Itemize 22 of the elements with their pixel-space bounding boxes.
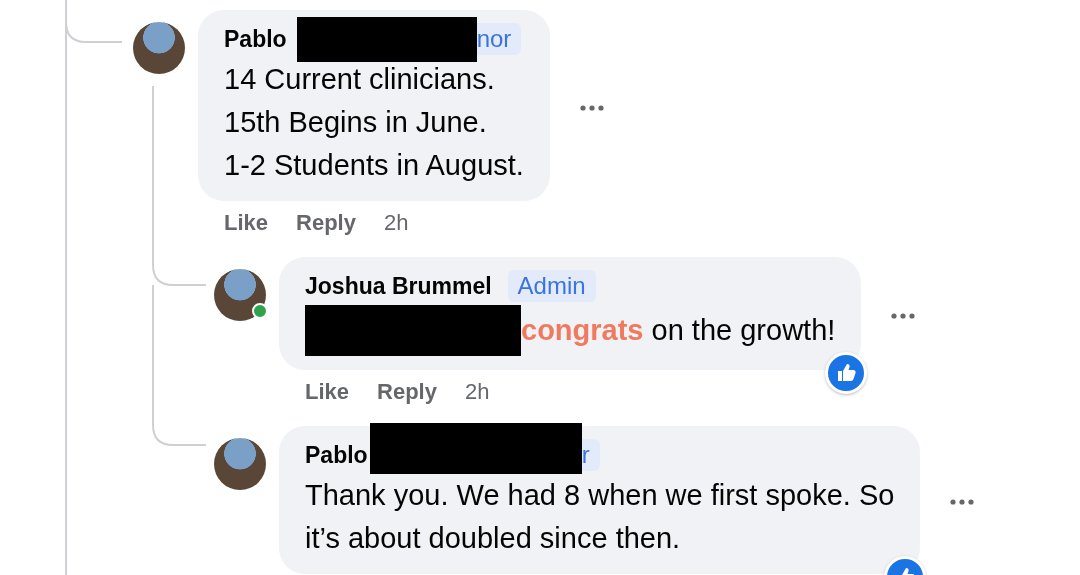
comment-text: 1-2 Students in August. — [224, 148, 524, 183]
comment-text: 14 Current clinicians. — [224, 62, 495, 97]
comment-action-link[interactable]: Reply — [377, 379, 437, 405]
author-badge: Admin — [507, 270, 596, 302]
avatar[interactable] — [214, 438, 266, 490]
comment-action-link[interactable]: Like — [224, 210, 269, 236]
avatar[interactable] — [133, 22, 185, 74]
comment-action-link[interactable]: Reply — [296, 210, 356, 236]
comment-text: it’s about doubled since then. — [305, 521, 681, 556]
avatar[interactable] — [214, 269, 266, 321]
comment-time[interactable]: 2h — [383, 210, 409, 236]
more-options-icon[interactable] — [950, 499, 975, 505]
comment-text: Thank you. We had 8 when we first spoke. So — [305, 478, 895, 513]
comment-time[interactable]: 2h — [464, 379, 490, 405]
comment-text: 15th Begins in June. — [224, 105, 487, 140]
comment-text: congrats on the growth! — [521, 313, 836, 348]
comment-action-link[interactable]: Like — [305, 379, 350, 405]
author-name[interactable]: Pablo — [305, 441, 368, 469]
author-name[interactable]: Pablo — [224, 25, 287, 53]
more-options-icon[interactable] — [891, 312, 916, 319]
author-name[interactable]: Joshua Brummel — [305, 272, 492, 300]
more-options-icon[interactable] — [579, 104, 604, 111]
